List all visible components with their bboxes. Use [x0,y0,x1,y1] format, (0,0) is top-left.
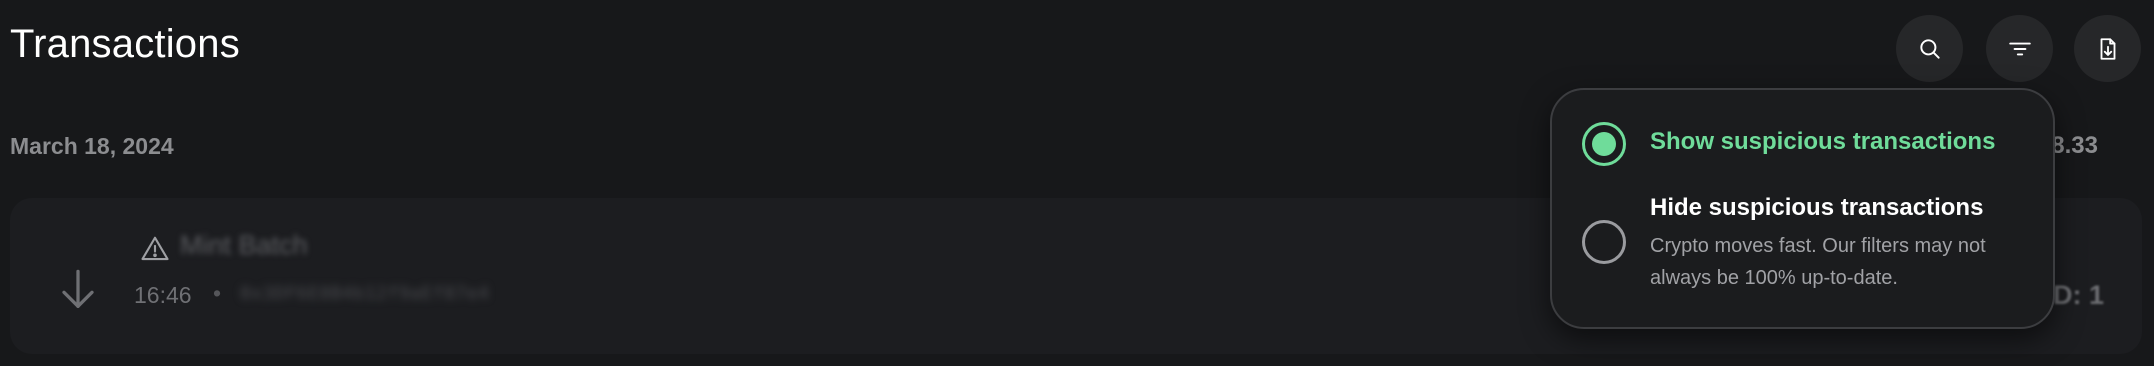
option-label: Show suspicious transactions [1650,128,1996,155]
separator-dot: • [213,280,222,306]
date-group-total: 8.33 [2051,132,2098,159]
suspicious-filter-popover: Show suspicious transactions Hide suspic… [1550,88,2055,329]
show-suspicious-option[interactable]: Show suspicious transactions [1552,114,2053,184]
filter-icon [2008,42,2031,55]
export-button[interactable] [2074,15,2141,82]
transaction-time: 16:46 [134,282,192,308]
radio-selected[interactable] [1582,122,1626,166]
arrow-down-icon [62,269,94,308]
filter-button[interactable] [1986,15,2053,82]
transactions-page: Transactions March 18, 2024 8.33 Mint Ba… [0,0,2154,366]
hide-suspicious-option[interactable]: Hide suspicious transactions Crypto move… [1552,194,2053,314]
option-label: Hide suspicious transactions [1650,194,1984,221]
date-group-header: March 18, 2024 [10,133,174,159]
transaction-amount: D: 1 [2052,280,2104,310]
search-button[interactable] [1896,15,1963,82]
transaction-address: 0x3DF6E8B4b12f9aEf87e4 [240,283,490,304]
file-download-icon [2100,37,2115,60]
search-icon [1919,38,1940,59]
transaction-name: Mint Batch [180,230,308,260]
option-description: Crypto moves fast. Our filters may not a… [1650,235,1986,289]
radio-unselected[interactable] [1582,220,1626,264]
page-title: Transactions [10,22,240,66]
warning-triangle-icon [141,236,169,261]
